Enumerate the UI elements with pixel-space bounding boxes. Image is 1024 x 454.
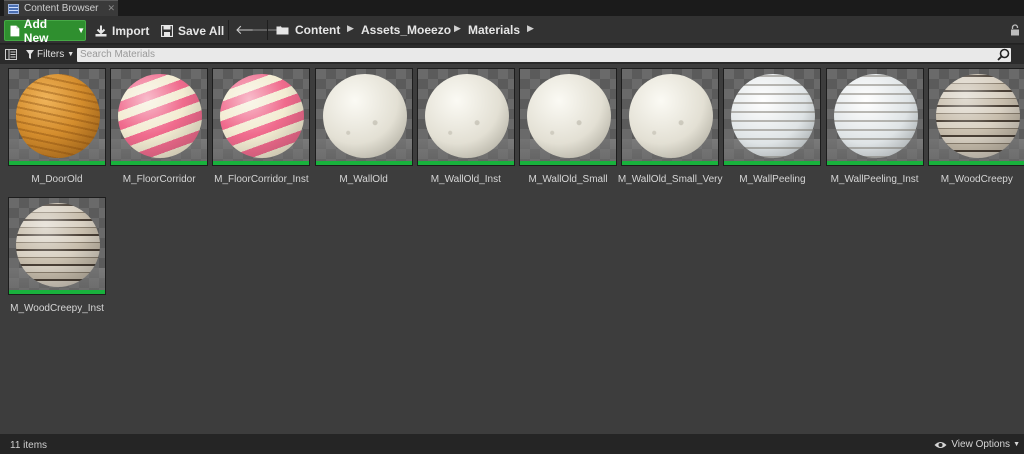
view-options-label: View Options [951,439,1011,450]
asset-thumbnail[interactable] [110,68,209,166]
asset-name: M_WallOld_Inst [430,174,501,185]
import-label: Import [112,23,150,38]
save-all-label: Save All [178,23,225,38]
chevron-down-icon: ▼ [1013,441,1020,448]
search-icon[interactable] [997,48,1010,61]
asset-type-color-bar [9,161,105,165]
asset-name: M_WoodCreepy [940,174,1013,185]
tab-content-browser[interactable]: Content Browser ✕ [4,0,118,16]
asset-type-color-bar [213,161,310,165]
asset-thumbnail[interactable] [621,68,720,166]
asset-type-color-bar [9,290,105,294]
material-preview-sphere [322,74,407,158]
asset-thumbnail[interactable] [723,68,822,166]
filter-bar: Filters ▼ Search Materials [0,45,1024,64]
asset-name: M_FloorCorridor_Inst [214,174,309,185]
asset-type-color-bar [520,161,616,165]
breadcrumb-separator-icon[interactable]: ▶ [454,23,461,34]
asset-thumbnail[interactable] [212,68,311,166]
material-preview-sphere [16,74,100,158]
asset-name: M_WallOld_Small [528,174,608,185]
material-preview-sphere [16,203,100,287]
item-count: 11 items [10,440,48,451]
search-placeholder: Search Materials [80,49,156,60]
asset-name: M_WallOld_Small_Very [617,174,723,185]
asset-type-color-bar [826,161,923,165]
funnel-icon [26,50,34,59]
chevron-down-icon: ▼ [67,51,75,58]
breadcrumb-assets-moeezo[interactable]: Assets_Moeezo [361,22,451,38]
asset-name: M_FloorCorridor [122,174,196,185]
folder-icon[interactable] [276,25,289,35]
asset-type-color-bar [417,161,514,165]
toolbar: Add New ▼ Import Save All 🡐 🡒 Content ▶ … [0,16,1024,45]
breadcrumb-separator-icon[interactable]: ▶ [527,23,534,34]
breadcrumb-separator-icon[interactable]: ▶ [347,23,354,34]
material-preview-sphere [833,74,918,158]
material-preview-sphere [220,74,305,158]
material-preview-sphere [118,74,203,158]
eye-icon [934,441,947,448]
asset-thumbnail[interactable] [8,68,106,166]
asset-thumbnail[interactable] [519,68,617,166]
asset-type-color-bar [111,161,208,165]
save-all-button[interactable]: Save All [161,20,224,41]
asset-name: M_WallPeeling_Inst [830,174,919,185]
breadcrumb-materials[interactable]: Materials [468,22,520,38]
lock-icon[interactable] [1010,24,1020,36]
import-icon [95,25,107,36]
search-input[interactable]: Search Materials [77,48,1011,62]
asset-type-color-bar [315,161,412,165]
asset-type-color-bar [622,161,719,165]
material-preview-sphere [527,74,611,158]
material-preview-sphere [629,74,714,158]
material-preview-sphere [731,74,816,158]
material-preview-sphere [935,74,1020,158]
asset-type-color-bar [724,161,821,165]
view-options-button[interactable]: View Options ▼ [934,439,1020,450]
asset-thumbnail[interactable] [314,68,413,166]
add-new-button[interactable]: Add New ▼ [4,17,86,45]
asset-grid: M_DoorOld M_FloorCorridor M_FloorCorridor_… [0,64,1024,434]
asset-thumbnail[interactable] [8,197,106,295]
status-bar: 11 items View Options ▼ [0,434,1024,454]
close-icon[interactable]: ✕ [107,3,115,13]
tab-label: Content Browser [24,3,99,14]
material-preview-sphere [424,74,509,158]
toolbar-divider [267,20,268,40]
asset-name: M_WallPeeling [739,174,806,185]
breadcrumb-content[interactable]: Content [295,22,340,38]
asset-thumbnail[interactable] [927,68,1024,166]
asset-name: M_DoorOld [31,174,83,185]
asset-name: M_WallOld [339,174,388,185]
new-document-icon [10,25,20,36]
asset-type-color-bar [928,161,1024,165]
content-browser-icon [8,3,19,14]
toolbar-divider [228,20,229,40]
chevron-down-icon: ▼ [77,26,85,35]
sources-panel-icon[interactable] [5,49,17,60]
filters-label: Filters [37,49,65,60]
asset-thumbnail[interactable] [416,68,515,166]
import-button[interactable]: Import [95,20,149,41]
filters-dropdown[interactable]: Filters ▼ [26,48,74,61]
asset-thumbnail[interactable] [825,68,924,166]
tab-bar: Content Browser ✕ [0,0,1024,16]
save-icon [161,24,173,37]
add-new-label: Add New [23,16,49,45]
asset-name: M_WoodCreepy_Inst [10,303,104,314]
